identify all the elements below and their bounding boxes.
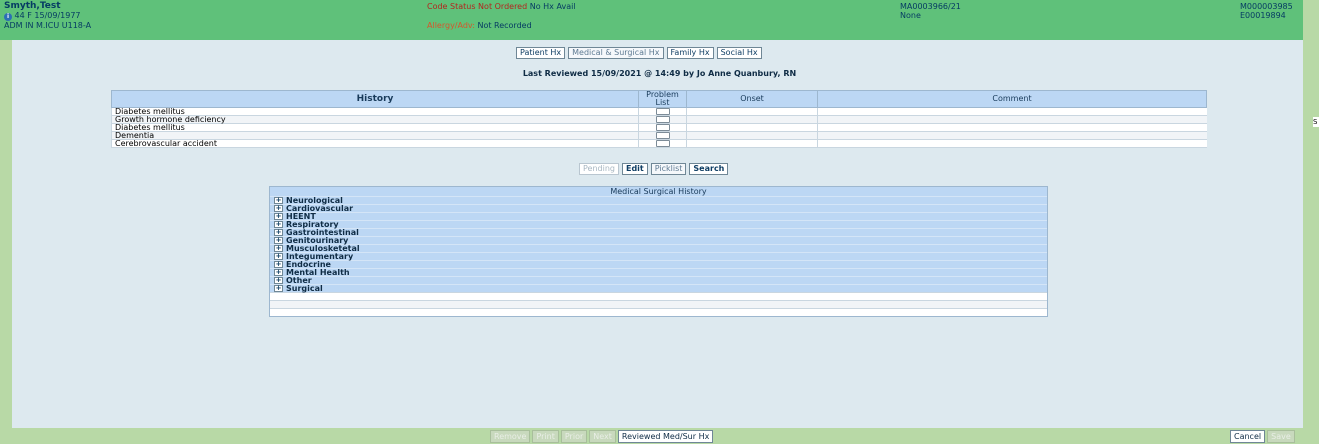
expand-plus-icon[interactable]: + bbox=[274, 229, 283, 236]
save-button[interactable]: Save bbox=[1267, 430, 1295, 443]
category-surgical[interactable]: + Surgical bbox=[270, 284, 1047, 292]
table-row[interactable]: Growth hormone deficiency bbox=[111, 115, 1207, 124]
expand-plus-icon[interactable]: + bbox=[274, 253, 283, 260]
footer-right-buttons: Cancel Save bbox=[1230, 430, 1295, 443]
category-cardiovascular[interactable]: + Cardiovascular bbox=[270, 204, 1047, 212]
onset-cell bbox=[686, 131, 818, 140]
expand-plus-icon[interactable]: + bbox=[274, 221, 283, 228]
code-status-value: No Hx Avail bbox=[529, 2, 576, 11]
table-row[interactable]: Diabetes mellitus bbox=[111, 123, 1207, 132]
comment-cell bbox=[817, 139, 1207, 148]
demographics: 44 F 15/09/1977 bbox=[14, 11, 81, 20]
comment-cell bbox=[817, 115, 1207, 124]
prior-button[interactable]: Prior bbox=[560, 430, 588, 443]
category-musculoskeletal[interactable]: + Musculosketetal bbox=[270, 244, 1047, 252]
allergy-value: Not Recorded bbox=[477, 21, 532, 30]
tab-medical-surgical-hx[interactable]: Medical & Surgical Hx bbox=[568, 47, 664, 59]
account-note: None bbox=[900, 11, 921, 20]
expand-plus-icon[interactable]: + bbox=[274, 261, 283, 268]
edit-button[interactable]: Edit bbox=[621, 163, 648, 175]
expand-plus-icon[interactable]: + bbox=[274, 285, 283, 292]
table-row[interactable]: Dementia bbox=[111, 131, 1207, 140]
category-mental-health[interactable]: + Mental Health bbox=[270, 268, 1047, 276]
history-cell: Diabetes mellitus bbox=[111, 123, 639, 132]
tab-patient-hx[interactable]: Patient Hx bbox=[516, 47, 566, 59]
problem-list-checkbox[interactable] bbox=[655, 116, 670, 123]
category-respiratory[interactable]: + Respiratory bbox=[270, 220, 1047, 228]
history-cell: Growth hormone deficiency bbox=[111, 115, 639, 124]
info-icon[interactable]: i bbox=[4, 13, 12, 21]
medical-surgical-history-title: Medical Surgical History bbox=[270, 187, 1047, 196]
reviewed-med-sur-hx-button[interactable]: Reviewed Med/Sur Hx bbox=[617, 430, 714, 443]
column-onset: Onset bbox=[686, 90, 818, 108]
location: ADM IN M.ICU U118-A bbox=[4, 21, 92, 30]
encounter-number: E00019894 bbox=[1240, 11, 1286, 20]
code-status-label: Code Status Not Ordered bbox=[427, 2, 528, 11]
expand-plus-icon[interactable]: + bbox=[274, 237, 283, 244]
next-button[interactable]: Next bbox=[589, 430, 616, 443]
comment-cell bbox=[817, 123, 1207, 132]
patient-name: Smyth,Test bbox=[4, 1, 61, 11]
expand-plus-icon[interactable]: + bbox=[274, 269, 283, 276]
last-reviewed-text: Last Reviewed 15/09/2021 @ 14:49 by Jo A… bbox=[522, 69, 797, 78]
onset-cell bbox=[686, 115, 818, 124]
demographics-line: i 44 F 15/09/1977 bbox=[4, 11, 81, 21]
search-button[interactable]: Search bbox=[689, 163, 729, 175]
expand-plus-icon[interactable]: + bbox=[274, 245, 283, 252]
category-genitourinary[interactable]: + Genitourinary bbox=[270, 236, 1047, 244]
problem-list-checkbox[interactable] bbox=[655, 124, 670, 131]
problem-list-checkbox[interactable] bbox=[655, 108, 670, 115]
category-heent[interactable]: + HEENT bbox=[270, 212, 1047, 220]
problem-list-checkbox[interactable] bbox=[655, 132, 670, 139]
remove-button[interactable]: Remove bbox=[490, 430, 531, 443]
comment-cell bbox=[817, 107, 1207, 116]
onset-cell bbox=[686, 123, 818, 132]
category-other[interactable]: + Other bbox=[270, 276, 1047, 284]
medical-surgical-history-panel: Medical Surgical History + Neurological +… bbox=[269, 186, 1048, 317]
left-strip bbox=[0, 40, 12, 428]
column-comment: Comment bbox=[817, 90, 1207, 108]
history-tabs: Patient Hx Medical & Surgical Hx Family … bbox=[516, 47, 762, 59]
code-status[interactable]: Code Status Not Ordered No Hx Avail bbox=[427, 2, 576, 11]
column-problem-list: Problem List bbox=[638, 90, 687, 108]
print-button[interactable]: Print bbox=[532, 430, 559, 443]
problem-list-checkbox[interactable] bbox=[655, 140, 670, 147]
category-label: Surgical bbox=[286, 283, 323, 293]
empty-row bbox=[270, 308, 1047, 316]
picklist-button[interactable]: Picklist bbox=[650, 163, 687, 175]
expand-plus-icon[interactable]: + bbox=[274, 197, 283, 204]
column-history: History bbox=[111, 90, 639, 108]
allergy-status[interactable]: Allergy/Adv: Not Recorded bbox=[427, 21, 532, 30]
footer-bar: Remove Print Prior Next Reviewed Med/Sur… bbox=[0, 428, 1303, 444]
category-endocrine[interactable]: + Endocrine bbox=[270, 260, 1047, 268]
account-number: MA0003966/21 bbox=[900, 2, 961, 11]
table-row[interactable]: Diabetes mellitus bbox=[111, 107, 1207, 116]
allergy-label: Allergy/Adv: bbox=[427, 21, 475, 30]
expand-plus-icon[interactable]: + bbox=[274, 213, 283, 220]
expand-plus-icon[interactable]: + bbox=[274, 277, 283, 284]
cancel-button[interactable]: Cancel bbox=[1230, 430, 1266, 443]
pending-button[interactable]: Pending bbox=[579, 163, 619, 175]
patient-banner: Smyth,Test i 44 F 15/09/1977 ADM IN M.IC… bbox=[0, 0, 1303, 40]
tab-family-hx[interactable]: Family Hx bbox=[666, 47, 714, 59]
history-cell: Cerebrovascular accident bbox=[111, 139, 639, 148]
onset-cell bbox=[686, 107, 818, 116]
empty-row bbox=[270, 292, 1047, 300]
mrn: M000003985 bbox=[1240, 2, 1293, 11]
category-neurological[interactable]: + Neurological bbox=[270, 196, 1047, 204]
category-gastrointestinal[interactable]: + Gastrointestinal bbox=[270, 228, 1047, 236]
comment-cell bbox=[817, 131, 1207, 140]
empty-row bbox=[270, 300, 1047, 308]
footer-left-buttons: Remove Print Prior Next Reviewed Med/Sur… bbox=[490, 430, 714, 443]
onset-cell bbox=[686, 139, 818, 148]
table-row[interactable]: Cerebrovascular accident bbox=[111, 139, 1207, 148]
tab-social-hx[interactable]: Social Hx bbox=[716, 47, 762, 59]
history-table: History Problem List Onset Comment Diabe… bbox=[111, 90, 1207, 148]
expand-plus-icon[interactable]: + bbox=[274, 205, 283, 212]
right-strip-label: S bbox=[1313, 117, 1319, 127]
category-integumentary[interactable]: + Integumentary bbox=[270, 252, 1047, 260]
right-scrollbar[interactable]: S bbox=[1303, 0, 1319, 444]
history-actions: Pending Edit Picklist Search bbox=[579, 163, 729, 175]
